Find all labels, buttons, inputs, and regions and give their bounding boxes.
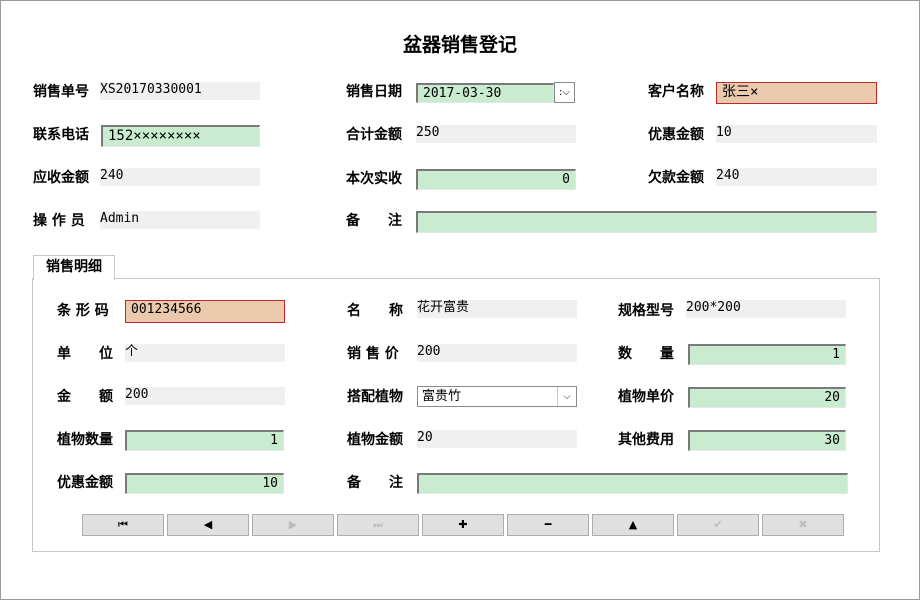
check-icon: ✔ [713, 518, 723, 531]
nav-edit-button[interactable]: ▲ [592, 514, 674, 536]
operator-value: Admin [100, 211, 260, 229]
discount-label: 优惠金额 [648, 127, 704, 143]
spec-label: 规格型号 [618, 303, 674, 319]
page-title: 盆器销售登记 [402, 34, 517, 56]
remark-field[interactable] [416, 211, 877, 233]
amount-value: 200 [125, 387, 285, 405]
plant-price-field[interactable]: 20 [688, 387, 846, 408]
remark-label: 备 注 [346, 213, 402, 229]
plant-select-value: 富贵竹 [422, 389, 462, 404]
operator-label: 操 作 员 [33, 213, 85, 229]
date-field[interactable]: 2017-03-30 [416, 83, 554, 103]
qty-label: 数 量 [618, 346, 674, 362]
paid-label: 本次实收 [346, 171, 402, 187]
customer-field[interactable]: 张三× [716, 82, 877, 104]
nav-prior-button[interactable]: ◀ [167, 514, 249, 536]
name-value: 花开富贵 [417, 300, 577, 318]
nav-post-button[interactable]: ✔ [677, 514, 759, 536]
plant-qty-field[interactable]: 1 [125, 430, 284, 451]
paid-field[interactable]: 0 [416, 169, 576, 190]
order-no-label: 销售单号 [33, 84, 89, 100]
other-fee-field[interactable]: 30 [688, 430, 846, 451]
total-value: 250 [416, 125, 576, 143]
skip-last-icon: ⏭ [373, 518, 383, 531]
nav-last-button[interactable]: ⏭ [337, 514, 419, 536]
plant-select[interactable]: 富贵竹 ⌵ [417, 386, 577, 407]
date-label: 销售日期 [346, 84, 402, 100]
phone-field[interactable]: 152×××××××× [101, 125, 260, 147]
plant-amount-label: 植物金额 [347, 432, 403, 448]
name-label: 名 称 [347, 303, 403, 319]
nav-next-button[interactable]: ▶ [252, 514, 334, 536]
arrow-left-icon: ◀ [203, 518, 213, 531]
barcode-field[interactable]: 001234566 [125, 300, 285, 323]
price-label: 销 售 价 [347, 346, 399, 362]
plus-icon: ✚ [458, 518, 468, 531]
receivable-value: 240 [100, 168, 260, 186]
total-label: 合计金额 [346, 127, 402, 143]
nav-cancel-button[interactable]: ✖ [762, 514, 844, 536]
cancel-x-icon: ✖ [798, 518, 808, 531]
chevron-down-icon[interactable]: ⌵ [557, 387, 576, 406]
plant-amount-value: 20 [417, 430, 577, 448]
order-no-value: XS20170330001 [100, 82, 260, 100]
receivable-label: 应收金额 [33, 170, 89, 186]
unit-label: 单 位 [57, 346, 113, 362]
skip-first-icon: ⏮ [118, 518, 128, 531]
price-value: 200 [417, 344, 577, 362]
qty-field[interactable]: 1 [688, 344, 846, 365]
amount-label: 金 额 [57, 389, 113, 405]
nav-delete-button[interactable]: ━ [507, 514, 589, 536]
nav-first-button[interactable]: ⏮ [82, 514, 164, 536]
nav-insert-button[interactable]: ✚ [422, 514, 504, 536]
customer-label: 客户名称 [648, 84, 704, 100]
other-fee-label: 其他费用 [618, 432, 674, 448]
arrow-right-icon: ▶ [288, 518, 298, 531]
plant-qty-label: 植物数量 [57, 432, 113, 448]
plant-label: 搭配植物 [347, 389, 403, 405]
debt-label: 欠款金额 [648, 170, 704, 186]
spec-value: 200*200 [686, 300, 846, 318]
minus-icon: ━ [544, 518, 552, 531]
detail-remark-label: 备 注 [347, 475, 403, 491]
tab-sales-detail[interactable]: 销售明细 [33, 255, 115, 280]
discount-value: 10 [716, 125, 877, 143]
detail-discount-label: 优惠金额 [57, 475, 113, 491]
plant-price-label: 植物单价 [618, 389, 674, 405]
detail-remark-field[interactable] [417, 473, 848, 494]
debt-value: 240 [716, 168, 877, 186]
barcode-label: 条 形 码 [57, 303, 109, 319]
detail-discount-field[interactable]: 10 [125, 473, 284, 494]
phone-label: 联系电话 [33, 127, 89, 143]
triangle-up-icon: ▲ [628, 518, 638, 531]
date-picker-chevron-icon[interactable]: :⌵ [554, 82, 575, 103]
unit-value: 个 [125, 344, 285, 362]
